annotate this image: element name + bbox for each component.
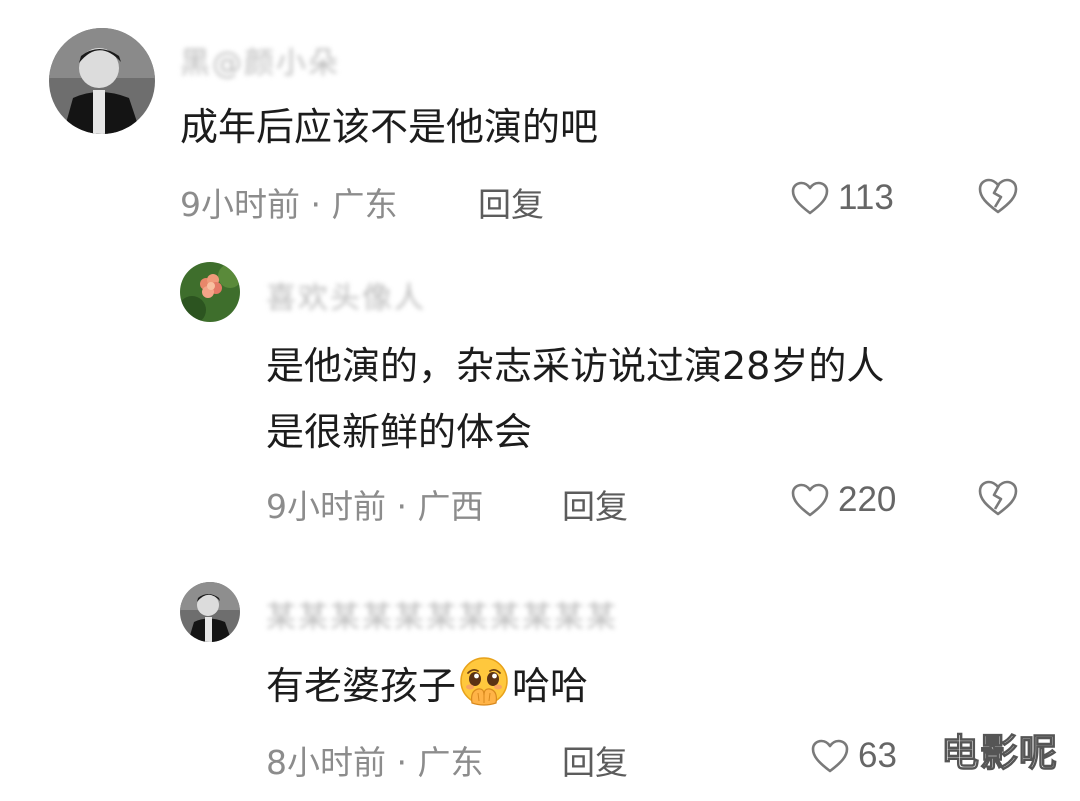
- comment-text-part-2: 哈哈: [512, 664, 589, 708]
- comment-meta: 9小时前 · 广东: [180, 178, 398, 226]
- avatar[interactable]: [49, 28, 155, 134]
- site-watermark: 电影呢: [940, 730, 1058, 775]
- comment-meta: 9小时前 · 广西: [266, 480, 484, 528]
- separator: ·: [396, 487, 408, 526]
- separator: ·: [310, 185, 322, 224]
- comment-text-line-2: 是很新鲜的体会: [266, 410, 533, 454]
- heart-icon: [791, 181, 829, 215]
- location: 广东: [331, 185, 398, 224]
- broken-heart-icon[interactable]: [977, 478, 1019, 518]
- broken-heart-icon[interactable]: [977, 176, 1019, 216]
- like-count: 220: [838, 480, 897, 519]
- avatar[interactable]: [180, 262, 240, 322]
- comment-text: 成年后应该不是他演的吧: [180, 105, 599, 149]
- username[interactable]: 某某某某某某某某某某某: [266, 592, 618, 636]
- username[interactable]: 黑@颜小朵: [180, 38, 340, 82]
- separator: ·: [396, 743, 408, 782]
- like-count: 113: [838, 178, 894, 217]
- like-button[interactable]: 63: [810, 736, 897, 776]
- username[interactable]: 喜欢头像人: [266, 273, 426, 317]
- like-button[interactable]: 113: [790, 178, 894, 218]
- like-button[interactable]: 220: [790, 480, 896, 520]
- pleading-face-emoji-icon: [460, 657, 508, 706]
- comment-text: 有老婆孩子 哈哈: [266, 652, 588, 720]
- avatar[interactable]: [180, 582, 240, 642]
- heart-icon: [811, 739, 849, 773]
- like-count: 63: [858, 736, 897, 775]
- reply-button[interactable]: 回复: [478, 178, 544, 226]
- comment-text-line-1: 是他演的，杂志采访说过演28岁的人: [266, 344, 885, 388]
- timestamp: 8小时前: [266, 743, 386, 782]
- flower-avatar-image: [180, 262, 240, 322]
- timestamp: 9小时前: [180, 185, 300, 224]
- heart-icon: [791, 483, 829, 517]
- location: 广东: [417, 743, 484, 782]
- comment-text-part-1: 有老婆孩子: [266, 664, 457, 708]
- person-avatar-image: [180, 582, 240, 642]
- timestamp: 9小时前: [266, 487, 386, 526]
- comment-meta: 8小时前 · 广东: [266, 736, 484, 784]
- person-avatar-image: [49, 28, 155, 134]
- reply-button[interactable]: 回复: [562, 480, 628, 528]
- location: 广西: [417, 487, 484, 526]
- reply-button[interactable]: 回复: [562, 736, 628, 784]
